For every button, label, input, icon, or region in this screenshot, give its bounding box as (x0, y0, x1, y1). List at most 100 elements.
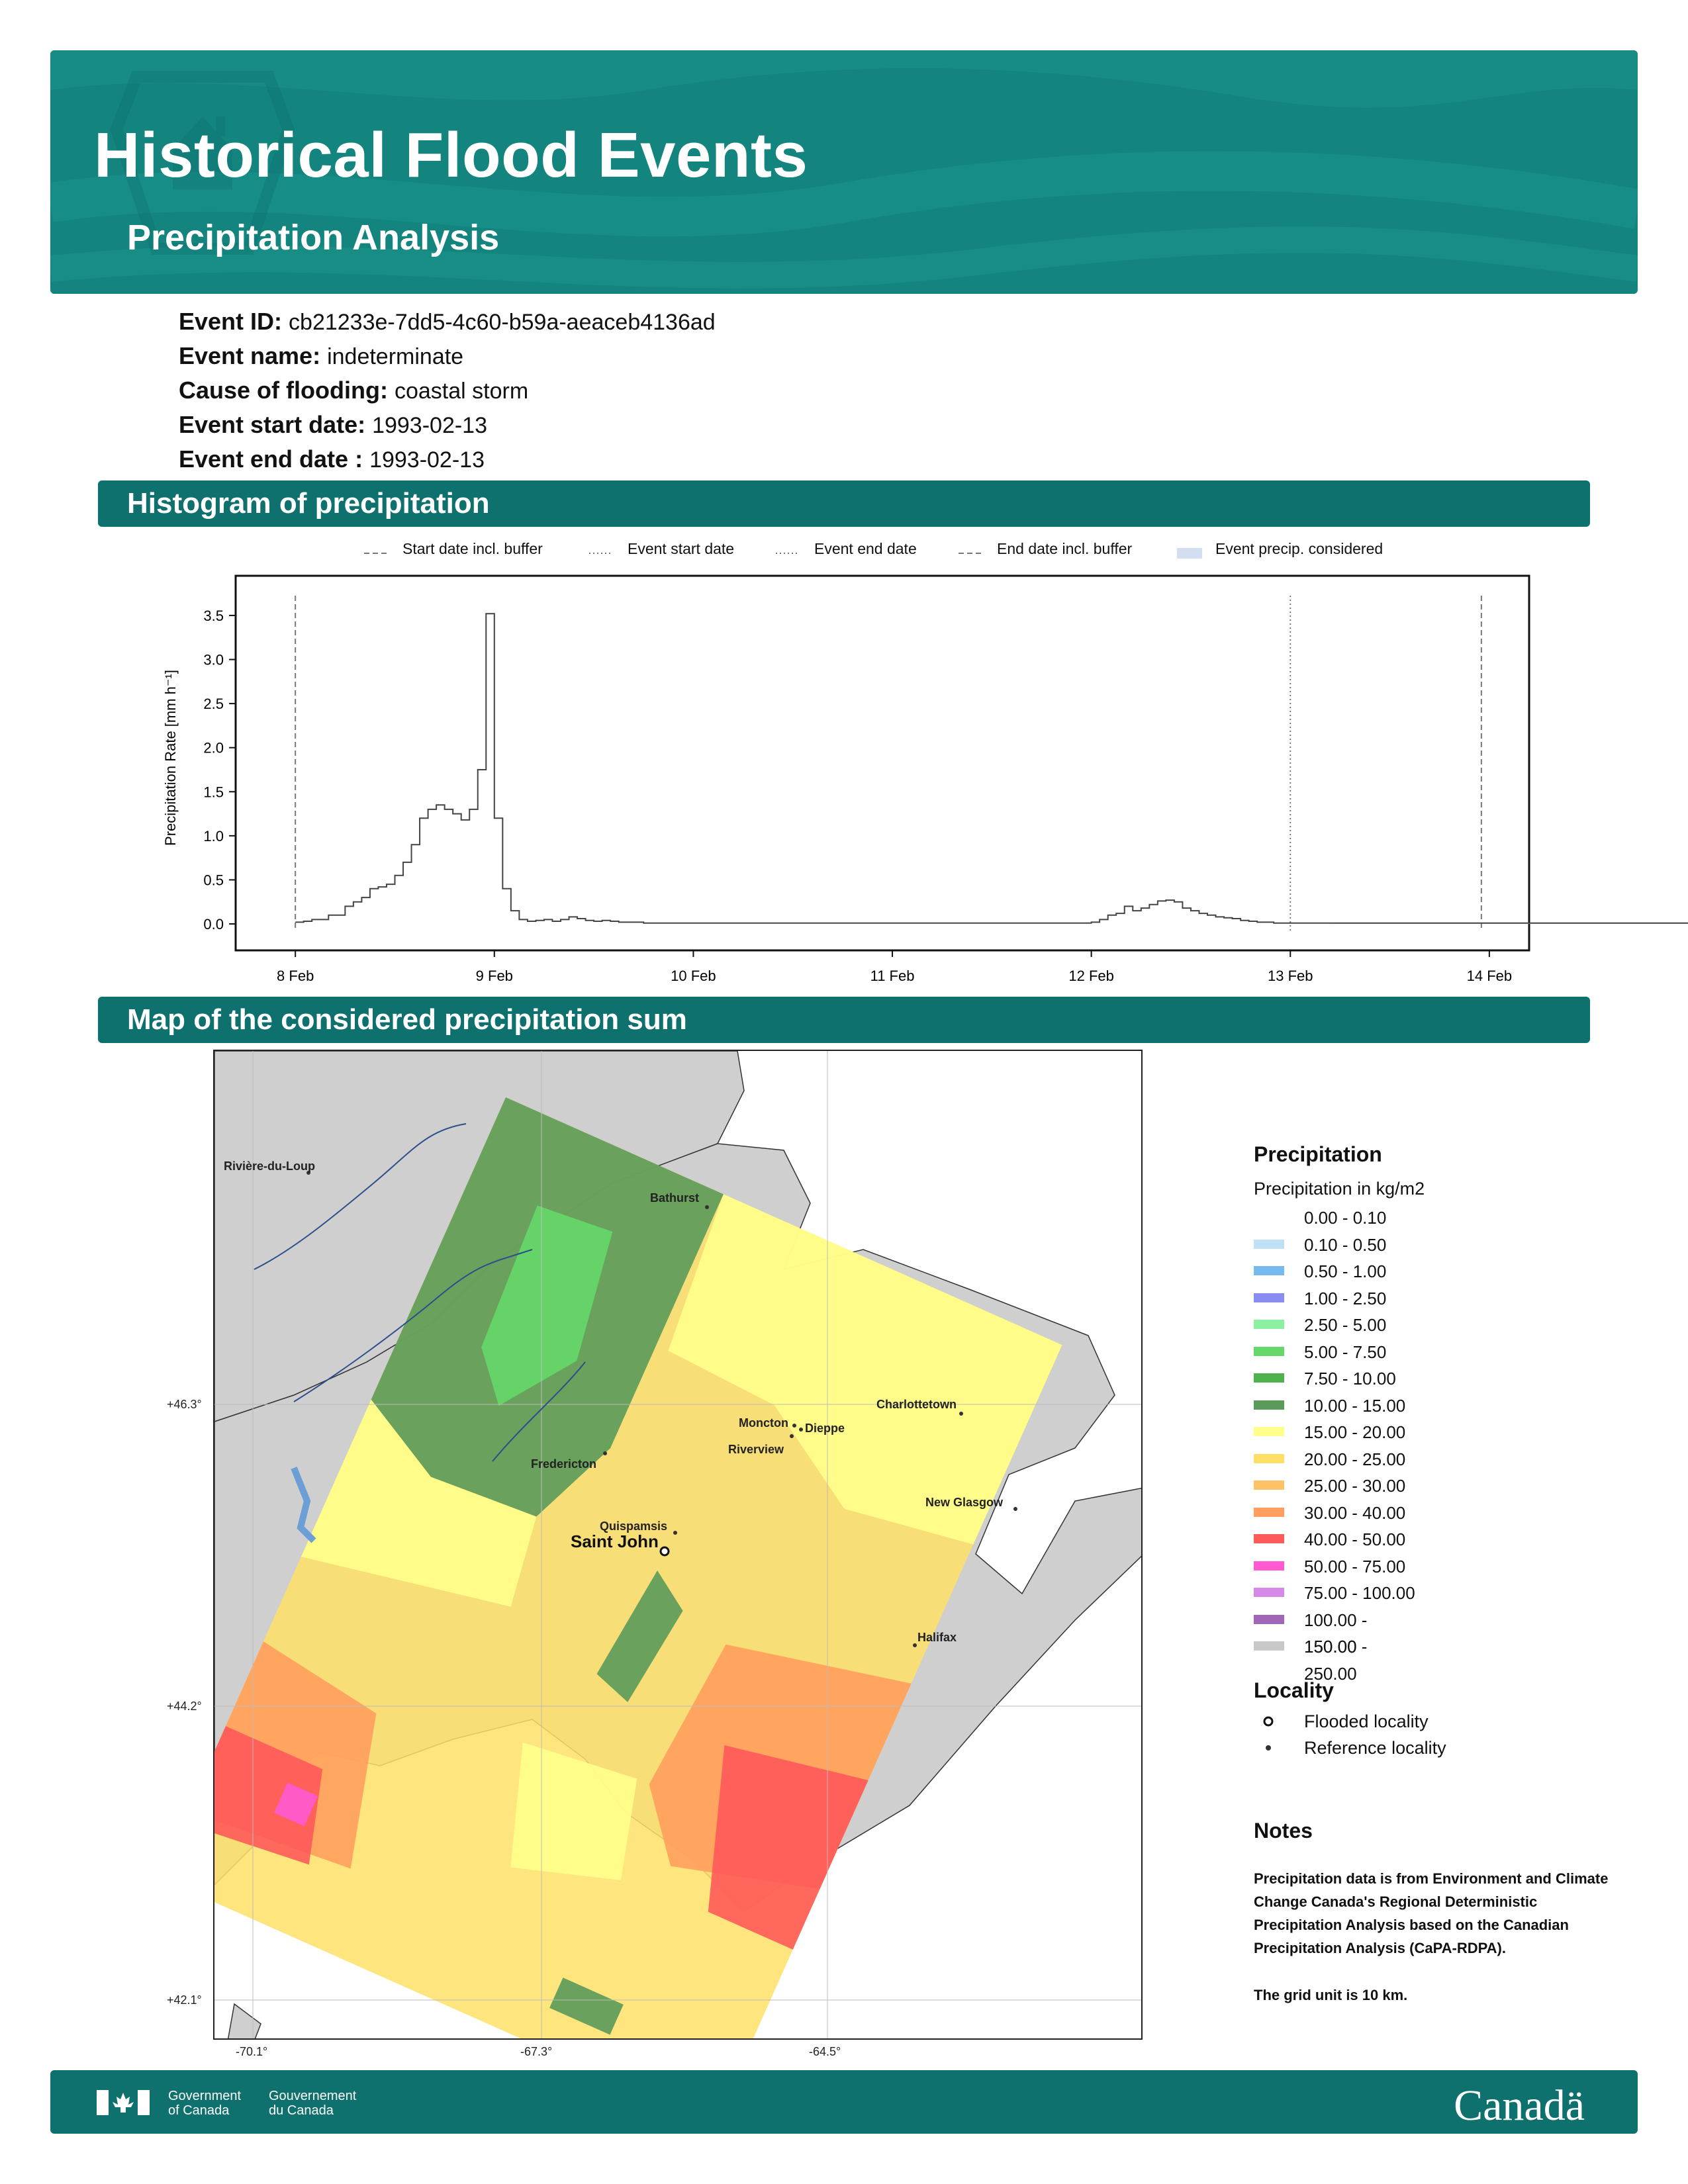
coord-lon2: -67.3° (520, 2045, 553, 2058)
precip-class-label: 25.00 - 30.00 (1304, 1476, 1406, 1496)
precip-class-label: 0.10 - 0.50 (1304, 1234, 1387, 1255)
notes-title: Notes (1254, 1819, 1313, 1843)
x-tick-label: 9 Feb (476, 968, 513, 984)
city-label-fredericton: Fredericton (531, 1457, 597, 1471)
precip-class-0: 0.00 - 0.10 (1254, 1205, 1425, 1232)
x-tick-label: 10 Feb (671, 968, 716, 984)
coord-lon1: -70.1° (236, 2045, 268, 2058)
precip-class-swatch (1254, 1453, 1284, 1463)
y-tick-label: 0.0 (203, 916, 224, 933)
precip-class-swatch (1254, 1641, 1284, 1651)
canada-wordmark: Canadä (1454, 2081, 1585, 2130)
coord-lat1: +46.3° (167, 1398, 202, 1411)
precip-class-8: 15.00 - 20.00 (1254, 1419, 1425, 1446)
precip-class-swatch (1254, 1239, 1284, 1249)
footer: Government of Canada Gouvernement du Canad… (50, 2070, 1638, 2134)
precip-class-swatch (1254, 1266, 1284, 1275)
precip-class-swatch (1254, 1320, 1284, 1329)
y-tick-label: 2.5 (203, 696, 224, 712)
precip-class-swatch (1254, 1507, 1284, 1517)
precip-class-swatch (1254, 1614, 1284, 1624)
gov-en-line2: of Canada (168, 2103, 230, 2118)
precip-class-swatch (1254, 1480, 1284, 1490)
precip-class-13: 50.00 - 75.00 (1254, 1553, 1425, 1580)
y-tick-label: 2.0 (203, 740, 224, 756)
precip-class-6: 7.50 - 10.00 (1254, 1365, 1425, 1392)
legend-reference: Reference locality (1254, 1735, 1446, 1761)
precipitation-legend: Precipitation Precipitation in kg/m2 0.0… (1254, 1142, 1425, 1684)
section-map-header: Map of the considered precipitation sum (98, 997, 1590, 1043)
city-label-charlottetown: Charlottetown (876, 1398, 957, 1411)
precip-legend-title: Precipitation (1254, 1142, 1382, 1166)
precip-class-label: 75.00 - 100.00 (1304, 1583, 1415, 1603)
city-label-riverview: Riverview (728, 1443, 784, 1456)
precip-class-10: 25.00 - 30.00 (1254, 1473, 1425, 1500)
x-tick-label: 11 Feb (870, 968, 915, 984)
canada-flag-icon (97, 2090, 150, 2115)
precip-class-2: 0.50 - 1.00 (1254, 1258, 1425, 1285)
precip-class-7: 10.00 - 15.00 (1254, 1392, 1425, 1420)
coord-lon3: -64.5° (809, 2045, 841, 2058)
x-axis-ticks: 8 Feb 9 Feb 10 Feb 11 Feb 12 Feb 13 Feb 14 Feb (277, 950, 1512, 984)
date-markers (295, 596, 1482, 931)
precip-class-label: 0.00 - 0.10 (1304, 1208, 1387, 1228)
precip-class-11: 30.00 - 40.00 (1254, 1500, 1425, 1527)
legend-reference-label: Reference locality (1304, 1738, 1446, 1758)
notes-text-data-source: Precipitation data is from Environment a… (1254, 1870, 1609, 1956)
precip-series-line (295, 613, 1688, 924)
gov-en-line1: Government (168, 2089, 242, 2103)
notes-text-grid-unit: The grid unit is 10 km. (1254, 1987, 1408, 2003)
precip-class-swatch (1254, 1212, 1284, 1222)
y-axis-ticks: 0.0 0.5 1.0 1.5 2.0 2.5 3.0 3.5 (203, 608, 236, 933)
notes: Notes Precipitation data is from Environ… (1254, 1819, 1624, 2007)
precip-class-14: 75.00 - 100.00 (1254, 1580, 1425, 1607)
x-tick-label: 8 Feb (277, 968, 314, 984)
precip-class-label: 50.00 - 75.00 (1304, 1556, 1406, 1576)
reference-marker-icon (1266, 1745, 1271, 1751)
precip-class-swatch (1254, 1427, 1284, 1436)
city-label-moncton: Moncton (739, 1416, 788, 1430)
considered-fill (1331, 923, 1688, 925)
precip-class-swatch (1254, 1400, 1284, 1410)
precip-class-15: 100.00 - 150.00 (1254, 1607, 1425, 1657)
y-tick-label: 0.5 (203, 872, 224, 888)
precip-class-label: 7.50 - 10.00 (1304, 1369, 1396, 1388)
plot-frame (234, 574, 1530, 952)
gov-name-fr: Gouvernement du Canada (269, 2089, 356, 2118)
x-tick-label: 13 Feb (1268, 968, 1313, 984)
precip-class-list: 0.00 - 0.10 0.10 - 0.50 0.50 - 1.00 1.00 - … (1254, 1205, 1425, 1684)
coord-lat3: +42.1° (167, 1993, 202, 2007)
gov-fr-line2: du Canada (269, 2103, 334, 2118)
precip-class-label: 20.00 - 25.00 (1304, 1449, 1406, 1469)
y-axis-label: Precipitation Rate [mm h⁻¹] (162, 670, 179, 846)
x-tick-label: 14 Feb (1467, 968, 1513, 984)
y-tick-label: 1.5 (203, 784, 224, 800)
city-label-saintjohn: Saint John (571, 1531, 659, 1551)
legend-flooded: Flooded locality (1254, 1708, 1429, 1735)
precip-class-swatch (1254, 1561, 1284, 1570)
precip-class-16: 150.00 - 250.00 (1254, 1633, 1425, 1684)
precip-class-label: 40.00 - 50.00 (1304, 1529, 1406, 1549)
precip-class-9: 20.00 - 25.00 (1254, 1446, 1425, 1473)
precip-class-swatch (1254, 1588, 1284, 1597)
precip-class-label: 1.00 - 2.50 (1304, 1288, 1387, 1308)
city-label-riviere: Rivière-du-Loup (224, 1160, 315, 1173)
land-cape-cod (227, 2003, 261, 2038)
precip-class-swatch (1254, 1293, 1284, 1302)
city-label-bathurst: Bathurst (650, 1191, 700, 1205)
precipitation-map[interactable]: Rivière-du-Loup Bathurst Charlottetown M… (213, 1050, 1143, 2040)
y-tick-label: 1.0 (203, 828, 224, 844)
gov-name-en: Government of Canada (168, 2089, 241, 2118)
precip-class-5: 5.00 - 7.50 (1254, 1339, 1425, 1366)
considered-area (1331, 923, 1688, 925)
precip-class-4: 2.50 - 5.00 (1254, 1312, 1425, 1339)
precip-class-label: 30.00 - 40.00 (1304, 1502, 1406, 1523)
flooded-marker-icon (1263, 1716, 1274, 1727)
y-tick-label: 3.0 (203, 652, 224, 668)
precip-class-label: 15.00 - 20.00 (1304, 1422, 1406, 1442)
precip-class-3: 1.00 - 2.50 (1254, 1285, 1425, 1312)
precip-class-label: 2.50 - 5.00 (1304, 1315, 1387, 1335)
precip-class-swatch (1254, 1346, 1284, 1356)
precip-class-label: 0.50 - 1.00 (1304, 1261, 1387, 1281)
precip-legend-subtitle: Precipitation in kg/m2 (1254, 1179, 1425, 1199)
